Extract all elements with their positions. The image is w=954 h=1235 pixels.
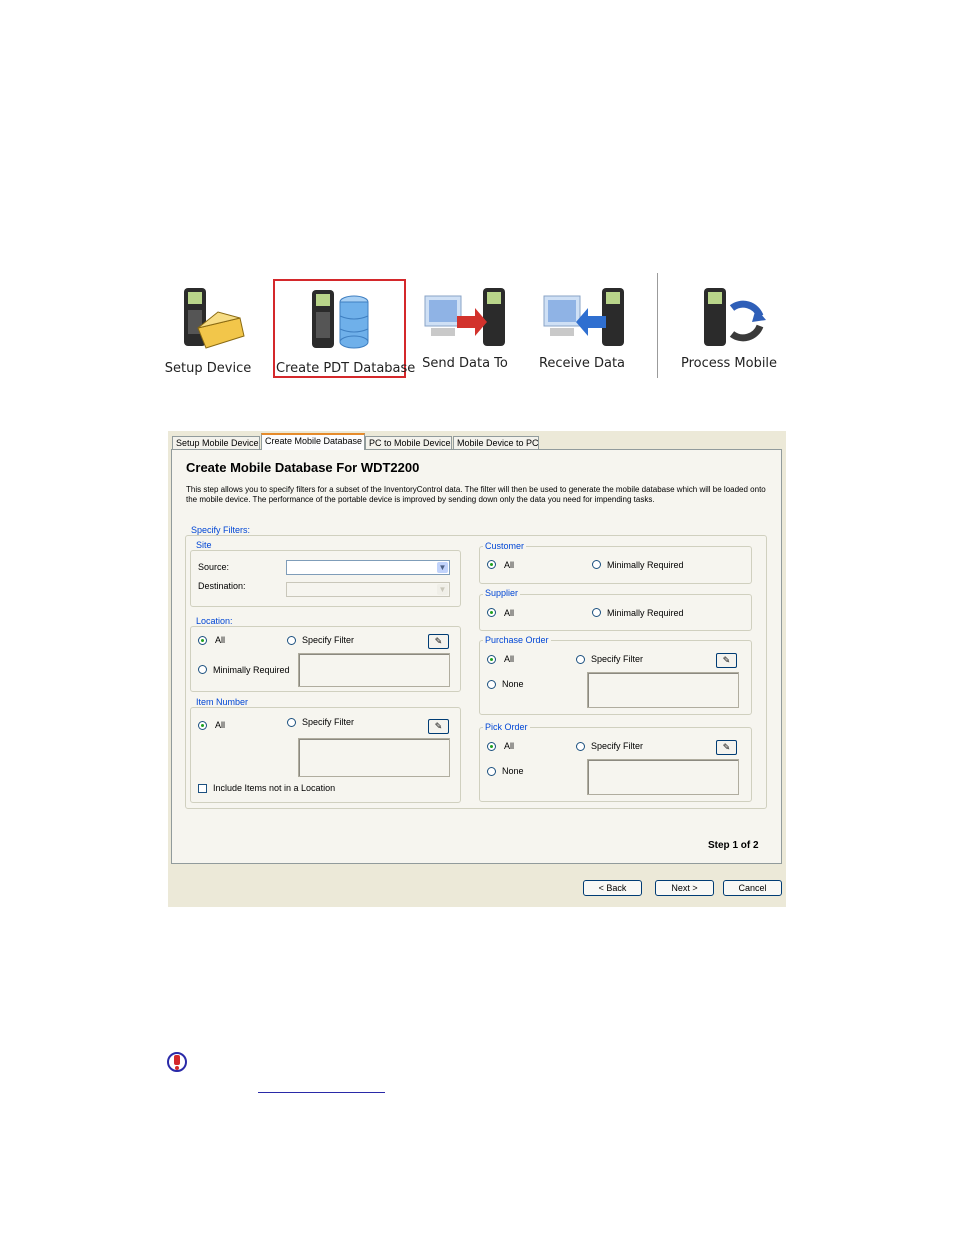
tab-mobile-device-to-pc[interactable]: Mobile Device to PC (453, 436, 539, 449)
footer-link-underline[interactable] (258, 1092, 385, 1093)
customer-all-radio[interactable] (487, 560, 496, 569)
purchase-order-all-radio[interactable] (487, 655, 496, 664)
customer-all-label: All (504, 560, 515, 570)
location-minimally-required-radio[interactable] (198, 665, 207, 674)
toolbar-item-label: Send Data To (422, 356, 508, 371)
item-number-all-label: All (215, 720, 226, 730)
chevron-down-icon[interactable]: ▼ (437, 562, 448, 573)
supplier-group-label: Supplier (483, 588, 521, 598)
filter-edit-icon: ✎ (722, 742, 731, 752)
purchase-order-all-label: All (504, 654, 515, 664)
supplier-minimally-required-label: Minimally Required (607, 608, 684, 618)
cancel-button[interactable]: Cancel (723, 880, 782, 896)
device-toolbox-icon (184, 288, 245, 349)
device-sync-icon (704, 288, 766, 346)
supplier-minimally-required-radio[interactable] (592, 608, 601, 617)
destination-combobox[interactable]: ▼ (286, 582, 450, 597)
item-number-filter-edit-button[interactable]: ✎ (428, 719, 449, 734)
customer-minimally-required-radio[interactable] (592, 560, 601, 569)
item-number-all-radio[interactable] (198, 721, 207, 730)
supplier-all-radio[interactable] (487, 608, 496, 617)
purchase-order-filter-box[interactable] (587, 672, 739, 708)
tab-setup-mobile-device[interactable]: Setup Mobile Device (172, 436, 260, 449)
purchase-order-none-radio[interactable] (487, 680, 496, 689)
location-filter-edit-button[interactable]: ✎ (428, 634, 449, 649)
purchase-order-filter-edit-button[interactable]: ✎ (716, 653, 737, 668)
tab-pc-to-mobile-device[interactable]: PC to Mobile Device (365, 436, 452, 449)
filter-edit-icon: ✎ (434, 721, 443, 731)
toolbar-item-label: Setup Device (164, 361, 252, 376)
toolbar-setup-device[interactable]: Setup Device (160, 282, 256, 378)
toolbar-item-label: Process Mobile (680, 356, 778, 371)
site-group-label: Site (194, 540, 214, 550)
location-specify-filter-radio[interactable] (287, 636, 296, 645)
location-minimally-required-label: Minimally Required (213, 665, 290, 675)
pick-order-specify-filter-label: Specify Filter (591, 741, 644, 751)
device-to-pc-icon (543, 288, 624, 346)
page-description: This step allows you to specify filters … (186, 485, 766, 504)
tab-create-mobile-database[interactable]: Create Mobile Database (261, 433, 365, 450)
supplier-all-label: All (504, 608, 515, 618)
location-specify-filter-label: Specify Filter (302, 635, 355, 645)
item-number-filter-box[interactable] (298, 738, 450, 777)
specify-filters-label: Specify Filters: (189, 525, 253, 535)
filter-edit-icon: ✎ (722, 655, 731, 665)
page-title: Create Mobile Database For WDT2200 (186, 460, 420, 475)
include-items-checkbox[interactable] (198, 784, 207, 793)
next-button[interactable]: Next > (655, 880, 714, 896)
toolbar-create-pdt-database[interactable]: Create PDT Database (276, 282, 416, 378)
toolbar-item-label: Receive Data (538, 356, 626, 371)
toolbar-item-label: Create PDT Database (276, 361, 416, 376)
purchase-order-specify-filter-radio[interactable] (576, 655, 585, 664)
pc-to-device-icon (424, 288, 505, 346)
back-button[interactable]: < Back (583, 880, 642, 896)
location-filter-box[interactable] (298, 653, 450, 687)
pick-order-all-radio[interactable] (487, 742, 496, 751)
pick-order-none-label: None (502, 766, 524, 776)
destination-label: Destination: (198, 581, 246, 591)
pick-order-specify-filter-radio[interactable] (576, 742, 585, 751)
site-group (190, 550, 461, 607)
toolbar-separator (657, 273, 658, 378)
pick-order-all-label: All (504, 741, 515, 751)
filter-edit-icon: ✎ (434, 636, 443, 646)
purchase-order-group-label: Purchase Order (483, 635, 551, 645)
step-indicator: Step 1 of 2 (708, 840, 759, 851)
toolbar-send-data-to[interactable]: Send Data To (415, 282, 515, 378)
location-all-radio[interactable] (198, 636, 207, 645)
item-number-specify-filter-radio[interactable] (287, 718, 296, 727)
wizard-window: Setup Mobile Device Create Mobile Databa… (168, 431, 786, 907)
include-items-label: Include Items not in a Location (213, 783, 336, 793)
customer-minimally-required-label: Minimally Required (607, 560, 684, 570)
purchase-order-specify-filter-label: Specify Filter (591, 654, 644, 664)
item-number-group-label: Item Number (194, 697, 251, 707)
pick-order-filter-edit-button[interactable]: ✎ (716, 740, 737, 755)
important-info-icon (167, 1052, 187, 1072)
source-label: Source: (198, 562, 230, 572)
toolbar-process-mobile[interactable]: Process Mobile (680, 282, 778, 378)
toolbar-receive-data[interactable]: Receive Data (532, 282, 632, 378)
pick-order-group-label: Pick Order (483, 722, 530, 732)
purchase-order-none-label: None (502, 679, 524, 689)
pick-order-filter-box[interactable] (587, 759, 739, 795)
source-combobox[interactable]: ▼ (286, 560, 450, 575)
item-number-specify-filter-label: Specify Filter (302, 717, 355, 727)
chevron-down-icon: ▼ (437, 584, 448, 595)
location-group-label: Location: (194, 616, 235, 626)
pick-order-none-radio[interactable] (487, 767, 496, 776)
location-all-label: All (215, 635, 226, 645)
customer-group-label: Customer (483, 541, 527, 551)
device-database-icon (312, 290, 369, 349)
